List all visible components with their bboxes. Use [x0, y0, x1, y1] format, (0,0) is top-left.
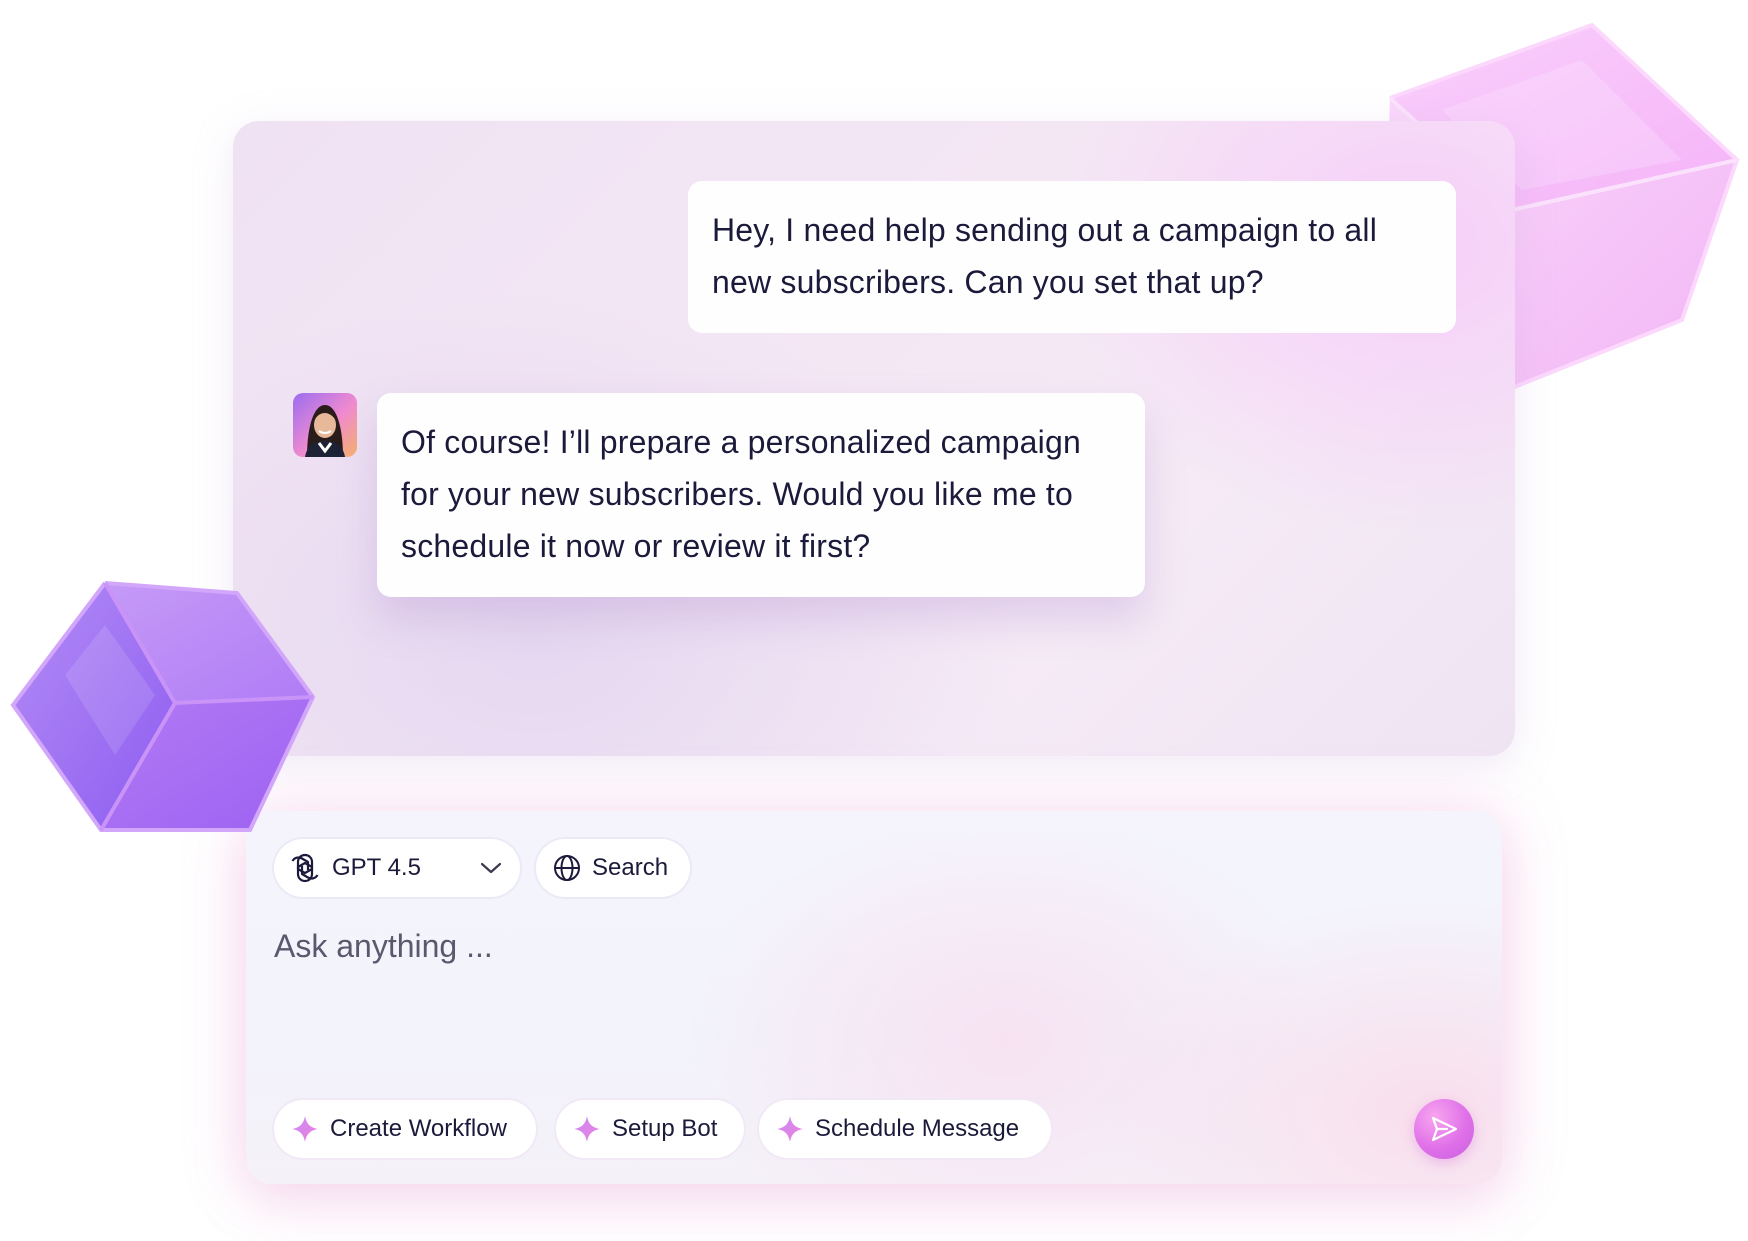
assistant-message-bubble: Of course! I’ll prepare a personalized c…	[377, 393, 1145, 597]
openai-icon	[288, 851, 322, 885]
assistant-avatar	[293, 393, 357, 457]
sparkle-icon	[572, 1114, 602, 1144]
purple-cube-decoration	[10, 581, 316, 832]
user-message-text: Hey, I need help sending out a campaign …	[712, 212, 1378, 300]
model-selector-label: GPT 4.5	[332, 854, 421, 881]
sparkle-icon	[775, 1114, 805, 1144]
setup-bot-button[interactable]: Setup Bot	[556, 1100, 744, 1158]
create-workflow-button[interactable]: Create Workflow	[274, 1100, 536, 1158]
user-message-bubble: Hey, I need help sending out a campaign …	[688, 181, 1456, 333]
globe-icon	[552, 853, 582, 883]
schedule-message-label: Schedule Message	[815, 1115, 1020, 1142]
send-button[interactable]	[1414, 1099, 1474, 1159]
composer: GPT 4.5 Search Ask anything ... Create W…	[246, 811, 1502, 1184]
create-workflow-label: Create Workflow	[330, 1115, 507, 1142]
stage: Hey, I need help sending out a campaign …	[0, 0, 1748, 1241]
send-icon	[1429, 1114, 1459, 1144]
ask-input[interactable]	[274, 923, 1174, 969]
avatar-icon	[293, 393, 357, 457]
search-button[interactable]: Search	[536, 839, 690, 897]
assistant-message-text: Of course! I’ll prepare a personalized c…	[401, 424, 1081, 564]
chat-panel: Hey, I need help sending out a campaign …	[233, 121, 1515, 756]
setup-bot-label: Setup Bot	[612, 1115, 718, 1142]
search-button-label: Search	[592, 854, 669, 881]
sparkle-icon	[290, 1114, 320, 1144]
schedule-message-button[interactable]: Schedule Message	[759, 1100, 1051, 1158]
chevron-down-icon	[480, 861, 502, 875]
